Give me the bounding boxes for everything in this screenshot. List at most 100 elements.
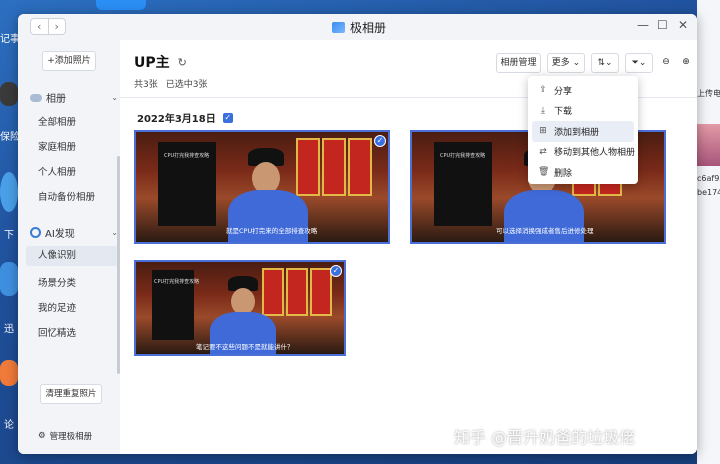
photo-panel-text: CPU打完我排查攻略 — [440, 153, 486, 159]
photo-subtitle: 就是CPU打完来的全部排查攻略 — [226, 227, 318, 235]
sidebar-item-family-album[interactable]: 家庭相册 — [38, 139, 76, 153]
bg-thumbnail — [697, 124, 720, 166]
sidebar-group-album[interactable]: 相册 ⌄ — [30, 90, 118, 105]
zoom-in-icon: ⊕ — [682, 57, 690, 67]
photo-banner — [296, 138, 320, 196]
bg-window-label: c6af95 — [697, 174, 720, 183]
sidebar-group-ai[interactable]: AI发现 ⌄ — [30, 225, 118, 240]
desktop-app-icon[interactable] — [96, 0, 146, 10]
photo-banner — [348, 138, 372, 196]
manage-album-label: 管理极相册 — [49, 432, 93, 442]
close-icon[interactable]: ✕ — [678, 18, 688, 32]
window-title: 极相册 — [332, 19, 386, 36]
photo-app-icon — [332, 22, 345, 33]
move-icon: ⇄ — [539, 146, 547, 157]
zoom-in-button[interactable]: ⊕ — [677, 53, 695, 73]
sidebar: +添加照片 相册 ⌄ 全部相册 家庭相册 个人相册 自动备份相册 AI发现 ⌄ … — [18, 40, 120, 454]
maximize-icon[interactable]: ☐ — [657, 18, 668, 32]
date-group-header: 2022年3月18日 ✓ — [137, 110, 233, 125]
gear-icon: ⚙ — [38, 431, 46, 441]
page-title: UP主 ↻ — [134, 52, 187, 72]
sidebar-group-label: 相册 — [46, 94, 66, 105]
add-photo-button[interactable]: +添加照片 — [42, 51, 96, 71]
manage-album-link[interactable]: ⚙ 管理极相册 — [38, 430, 92, 442]
photo-selected-check[interactable]: ✓ — [330, 265, 342, 277]
menu-item-label: 分享 — [554, 86, 573, 97]
menu-item-add-to-album[interactable]: ⊞ 添加到相册 — [532, 121, 634, 142]
bg-window-label: be174 — [697, 188, 720, 197]
sidebar-group-label: AI发现 — [45, 229, 75, 240]
sidebar-item-memories[interactable]: 回忆精选 — [38, 325, 76, 339]
chevron-down-icon: ⌄ — [111, 93, 118, 102]
more-dropdown-menu: ⇪ 分享 ⤓ 下载 ⊞ 添加到相册 ⇄ 移动到其他人物相册 🗑 删除 — [528, 76, 638, 184]
photo-banner — [322, 138, 346, 196]
photo-figure-body — [504, 190, 584, 242]
sort-icon: ⇅⌄ — [597, 58, 613, 68]
sidebar-item-auto-backup[interactable]: 自动备份相册 — [38, 189, 95, 203]
more-label: 更多 — [551, 58, 570, 68]
desktop-label: 迅 — [4, 324, 14, 335]
watermark: 知乎 @晋升奶爸的垃圾佬 — [454, 428, 636, 447]
menu-item-label: 下载 — [554, 107, 573, 118]
select-all-checkbox[interactable]: ✓ — [222, 112, 233, 123]
menu-item-share[interactable]: ⇪ 分享 — [528, 80, 638, 101]
menu-item-label: 移动到其他人物相册 — [554, 148, 636, 159]
photo-figure-head — [231, 288, 255, 315]
download-icon: ⤓ — [541, 105, 545, 116]
person-manage-button[interactable]: 相册管理 — [496, 53, 541, 73]
zoom-out-button[interactable]: ⊖ — [657, 53, 675, 73]
desktop-app-icon[interactable] — [0, 360, 18, 386]
menu-item-label: 删除 — [554, 168, 573, 179]
sidebar-item-personal-album[interactable]: 个人相册 — [38, 164, 76, 178]
title-bar: ‹ › 极相册 — ☐ ✕ — [18, 14, 697, 40]
selected-count: 已选中3张 — [165, 80, 208, 90]
clean-duplicates-button[interactable]: 清理重复照片 — [40, 384, 102, 404]
desktop-app-icon[interactable] — [0, 262, 18, 296]
desktop-app-icon[interactable] — [0, 82, 18, 106]
cloud-icon — [30, 93, 42, 102]
desktop-label: 下 — [4, 230, 14, 241]
sidebar-item-footprint[interactable]: 我的足迹 — [38, 300, 76, 314]
chevron-down-icon: ⌄ — [572, 58, 581, 68]
sort-button[interactable]: ⇅⌄ — [591, 53, 619, 73]
menu-item-move-to-person[interactable]: ⇄ 移动到其他人物相册 — [528, 142, 638, 163]
zoom-out-icon: ⊖ — [662, 57, 670, 67]
menu-item-delete[interactable]: 🗑 删除 — [528, 162, 638, 183]
photo-thumbnail[interactable]: CPU打完我排查攻略 就是CPU打完来的全部排查攻略 ✓ — [134, 130, 390, 244]
desktop-app-icon[interactable] — [0, 172, 18, 212]
photo-banner — [286, 268, 308, 316]
photo-banner — [262, 268, 284, 316]
photo-counts: 共3张 已选中3张 — [134, 77, 207, 90]
photo-subtitle: 可以选择消换强成者售后进修处理 — [496, 227, 594, 235]
photo-figure-body — [228, 190, 308, 242]
photo-selected-check[interactable]: ✓ — [374, 135, 386, 147]
bg-window-label: 上传电脑 — [697, 89, 720, 98]
desktop-label: 记事 — [0, 34, 20, 45]
photo-subtitle: 笔记要不这些问题不是就能讲什？ — [196, 343, 294, 351]
window-title-text: 极相册 — [350, 21, 387, 35]
trash-icon: 🗑 — [538, 167, 550, 178]
photo-thumbnail[interactable]: CPU打完我排查攻略 笔记要不这些问题不是就能讲什？ ✓ — [134, 260, 346, 356]
share-icon: ⇪ — [539, 85, 547, 96]
desktop-label: 保险 — [0, 132, 20, 143]
menu-item-download[interactable]: ⤓ 下载 — [528, 101, 638, 122]
photo-panel-text: CPU打完我排查攻略 — [164, 153, 210, 159]
app-window: ‹ › 极相册 — ☐ ✕ +添加照片 相册 ⌄ 全部相册 家庭相册 个人相册 … — [18, 14, 697, 454]
sidebar-item-face-recognition[interactable]: 人像识别 — [26, 246, 118, 266]
menu-item-label: 添加到相册 — [554, 127, 600, 138]
more-button[interactable]: 更多 ⌄ — [547, 53, 585, 73]
date-text: 2022年3月18日 — [137, 114, 216, 125]
ai-icon — [30, 227, 41, 238]
desktop-label: 论 — [4, 420, 14, 431]
back-arrow-icon[interactable]: ‹ — [31, 19, 49, 34]
sidebar-item-scene[interactable]: 场景分类 — [38, 275, 76, 289]
refresh-icon[interactable]: ↻ — [178, 56, 187, 69]
minimize-icon[interactable]: — — [637, 18, 649, 32]
photo-banner — [310, 268, 332, 316]
total-count: 共3张 — [134, 80, 158, 90]
sidebar-item-all-albums[interactable]: 全部相册 — [38, 114, 76, 128]
filter-icon: ⏷⌄ — [631, 58, 647, 68]
forward-arrow-icon[interactable]: › — [49, 19, 66, 34]
filter-button[interactable]: ⏷⌄ — [625, 53, 653, 73]
nav-buttons: ‹ › — [30, 18, 66, 35]
